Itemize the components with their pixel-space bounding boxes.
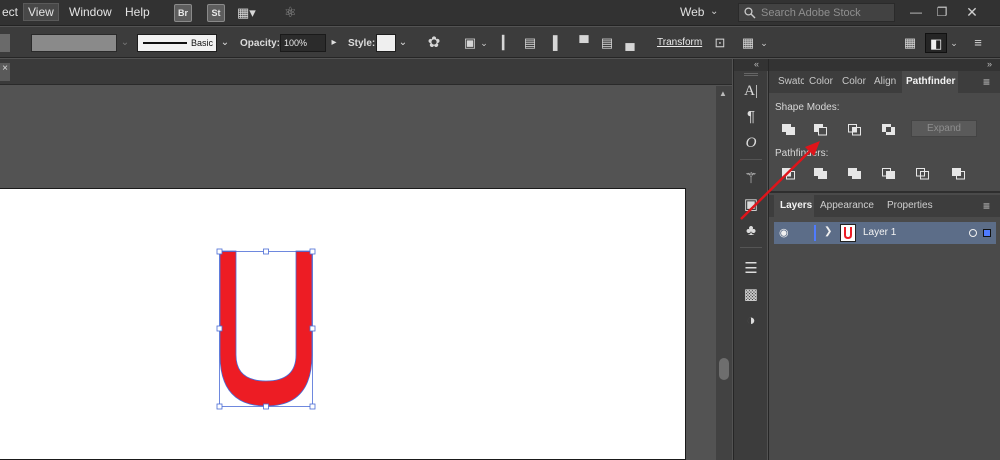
exclude-icon[interactable] (879, 119, 899, 139)
tab-layers[interactable]: Layers (774, 195, 819, 217)
pathfinders-label: Pathfinders: (775, 148, 829, 159)
tab-color-guide[interactable]: Color (838, 71, 868, 93)
divider (740, 247, 762, 248)
layer-name[interactable]: Layer 1 (863, 227, 896, 238)
strip-header: « (734, 59, 768, 71)
collapse-icon[interactable]: « (754, 59, 759, 69)
expand-button[interactable]: Expand (911, 120, 977, 137)
panel-menu-icon[interactable]: ≡ (983, 75, 990, 89)
panel-icon-strip: « A| ¶ O ⚚ ▣ ♣ ☰ ▩ ◑ (733, 59, 768, 460)
vertical-scrollbar[interactable]: ▲ (716, 86, 732, 460)
chevron-down-icon[interactable]: ⌄ (756, 35, 772, 51)
stroke-panel-icon[interactable]: ☰ (739, 257, 763, 281)
symbols-icon[interactable]: ⚚ (739, 167, 763, 191)
scrollbar-thumb[interactable] (719, 358, 729, 380)
search-icon (744, 7, 756, 19)
search-placeholder: Search Adobe Stock (761, 7, 861, 19)
layer-row[interactable]: ◉ ❯ Layer 1 (774, 222, 996, 244)
character-icon[interactable]: A| (739, 79, 763, 103)
tab-properties[interactable]: Properties (881, 195, 939, 217)
eye-icon[interactable]: ◉ (779, 226, 789, 239)
club-symbol-icon[interactable]: ♣ (739, 219, 763, 243)
merge-icon[interactable] (845, 163, 865, 183)
right-panel-dock: » Swatc Color Color Align Pathfinder ≡ S… (768, 59, 1000, 460)
gradient-panel-icon[interactable]: ▩ (739, 283, 763, 307)
chevron-down-icon[interactable]: ⌄ (946, 35, 962, 51)
tab-swatches[interactable]: Swatc (774, 71, 804, 93)
grip-icon[interactable] (744, 73, 758, 76)
tab-color[interactable]: Color (805, 71, 835, 93)
collapse-icon[interactable]: » (987, 59, 992, 69)
close-icon[interactable]: ✕ (958, 2, 986, 22)
transparency-panel-icon[interactable]: ◑ (739, 309, 763, 333)
tab-align[interactable]: Align (870, 71, 901, 93)
intersect-icon[interactable] (845, 119, 865, 139)
search-stock-field[interactable]: Search Adobe Stock (738, 3, 895, 22)
minus-front-icon[interactable] (811, 119, 831, 139)
minimize-icon[interactable]: — (902, 2, 930, 22)
letter-u-shape[interactable] (219, 250, 313, 407)
layer-thumbnail-u-icon (844, 227, 852, 239)
crop-icon[interactable] (879, 163, 899, 183)
restore-icon[interactable]: ❐ (928, 2, 956, 22)
artwork-layer (216, 248, 316, 410)
divider (740, 159, 762, 160)
chevron-right-icon[interactable]: ❯ (824, 226, 832, 237)
outline-icon[interactable] (913, 163, 933, 183)
target-icon[interactable] (969, 229, 977, 237)
properties-toggle[interactable]: ◧ (925, 33, 947, 53)
layer-thumbnail (840, 224, 856, 242)
dock-header: » (769, 59, 1000, 71)
panel-menu-icon[interactable]: ≡ (983, 199, 990, 213)
select-similar-icon[interactable]: ▦ (740, 35, 756, 51)
arrange-grid-icon[interactable]: ▦ (902, 35, 918, 51)
layer-color-bar (814, 225, 816, 241)
selection-indicator-icon[interactable] (983, 229, 991, 237)
paragraph-icon[interactable]: ¶ (739, 105, 763, 129)
scroll-up-icon[interactable]: ▲ (719, 89, 727, 98)
minus-back-icon[interactable] (949, 163, 969, 183)
trim-icon[interactable] (811, 163, 831, 183)
panel-menu-icon[interactable]: ≡ (970, 35, 986, 51)
divide-icon[interactable] (779, 163, 799, 183)
unite-icon[interactable] (779, 119, 799, 139)
tab-appearance[interactable]: Appearance (814, 195, 880, 217)
opentype-icon[interactable]: O (739, 131, 763, 155)
panel-divider (769, 191, 1000, 193)
tab-pathfinder[interactable]: Pathfinder (902, 71, 958, 93)
shape-modes-label: Shape Modes: (775, 102, 840, 113)
transform-panel-icon[interactable]: ▣ (739, 193, 763, 217)
panel-toggle-icon: ◧ (930, 36, 943, 51)
